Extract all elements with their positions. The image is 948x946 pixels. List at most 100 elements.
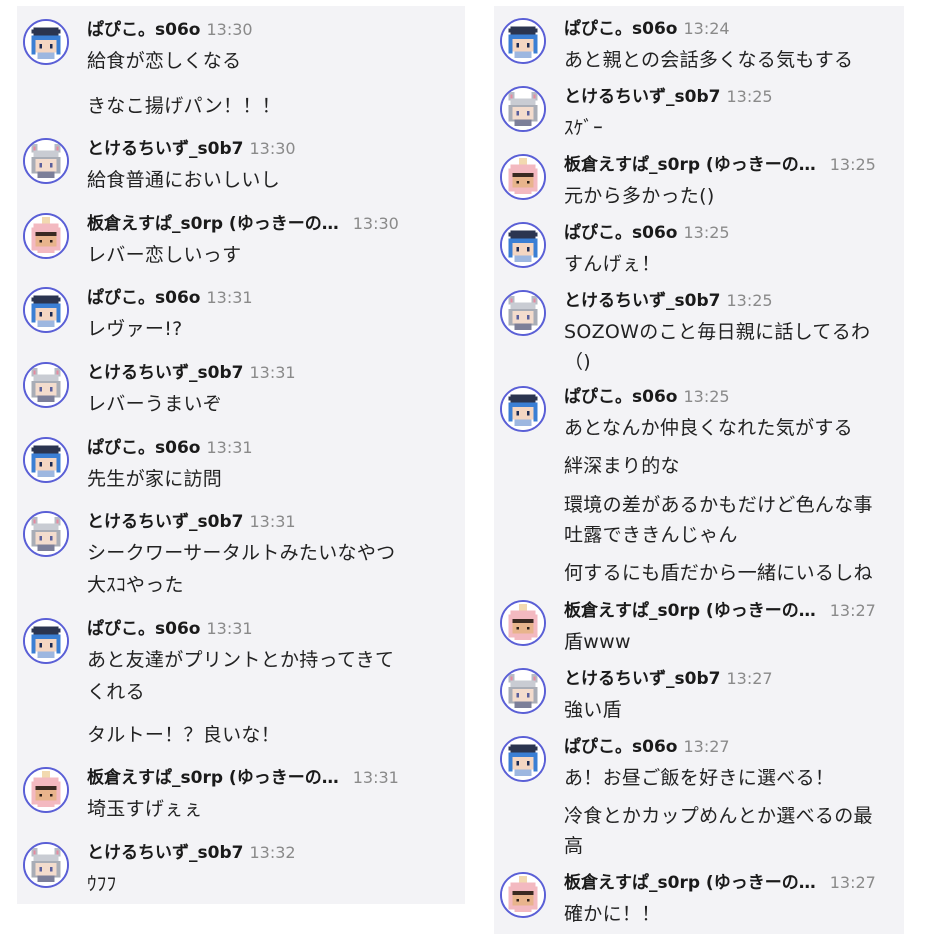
user-avatar[interactable] xyxy=(23,362,69,408)
username[interactable]: とけるちいず_s0b7 xyxy=(87,843,243,863)
message-text: レバーうまいぞ xyxy=(87,393,223,415)
message-group: とけるちいず_s0b7 13:32 ｳﾌﾌ xyxy=(17,835,465,905)
message-group: とけるちいず_s0b7 13:25 ｽｹﾞｰ xyxy=(494,79,904,149)
message-group: ぱぴこ。s06o 13:31 先生が家に訪問 xyxy=(17,430,465,500)
timestamp: 13:31 xyxy=(206,438,253,457)
message-header: 板倉えすぱ_s0rp (ゆっきーの… 13:25 xyxy=(564,154,876,176)
user-avatar[interactable] xyxy=(23,618,69,664)
message-text: 強い盾 xyxy=(564,699,622,721)
user-avatar[interactable] xyxy=(500,386,546,432)
user-avatar[interactable] xyxy=(23,511,69,557)
message-text: くれる xyxy=(87,681,145,703)
message-header: ぱぴこ。s06o 13:31 xyxy=(87,287,253,309)
message-text: SOZOWのこと毎日親に話してるわ xyxy=(564,321,871,343)
message-group: 板倉えすぱ_s0rp (ゆっきーの… 13:30 レバー恋しいっす xyxy=(17,206,465,276)
user-avatar[interactable] xyxy=(23,437,69,483)
message-group: ぱぴこ。s06o 13:27 あ！お昼ご飯を好きに選べる！ 冷食とかカップめんとか… xyxy=(494,729,904,869)
timestamp: 13:27 xyxy=(726,669,773,688)
user-avatar[interactable] xyxy=(23,767,69,813)
username[interactable]: ぱぴこ。s06o xyxy=(564,387,677,407)
message-header: とけるちいず_s0b7 13:25 xyxy=(564,86,773,108)
timestamp: 13:31 xyxy=(249,363,296,382)
message-group: ぱぴこ。s06o 13:24 あと親との会話多くなる気もする xyxy=(494,11,904,81)
timestamp: 13:30 xyxy=(249,139,296,158)
username[interactable]: ぱぴこ。s06o xyxy=(87,619,200,639)
chat-panel-right: ぱぴこ。s06o 13:24 あと親との会話多くなる気もする とけるちいず_s0b… xyxy=(494,6,904,934)
username[interactable]: とけるちいず_s0b7 xyxy=(564,291,720,311)
username[interactable]: ぱぴこ。s06o xyxy=(564,19,677,39)
message-text: 確かに！！ xyxy=(564,903,661,925)
user-avatar[interactable] xyxy=(500,600,546,646)
username[interactable]: 板倉えすぱ_s0rp (ゆっきーの… xyxy=(87,214,339,234)
user-avatar[interactable] xyxy=(23,138,69,184)
message-group: 板倉えすぱ_s0rp (ゆっきーの… 13:25 元から多かった() xyxy=(494,147,904,217)
user-avatar[interactable] xyxy=(23,287,69,333)
user-avatar[interactable] xyxy=(500,86,546,132)
user-avatar[interactable] xyxy=(23,213,69,259)
message-text: きなこ揚げパン！！！ xyxy=(87,95,281,117)
message-group: とけるちいず_s0b7 13:31 シークワーサータルトみたいなやつ 大ｽｺやった xyxy=(17,504,465,609)
timestamp: 13:27 xyxy=(829,873,876,892)
message-header: 板倉えすぱ_s0rp (ゆっきーの… 13:27 xyxy=(564,600,876,622)
message-header: とけるちいず_s0b7 13:30 xyxy=(87,138,296,160)
username[interactable]: とけるちいず_s0b7 xyxy=(564,669,720,689)
username[interactable]: とけるちいず_s0b7 xyxy=(87,139,243,159)
message-group: 板倉えすぱ_s0rp (ゆっきーの… 13:31 埼玉すげぇぇ xyxy=(17,760,465,830)
username[interactable]: とけるちいず_s0b7 xyxy=(564,87,720,107)
message-text: 元から多かった() xyxy=(564,185,715,207)
username[interactable]: ぱぴこ。s06o xyxy=(87,438,200,458)
user-avatar[interactable] xyxy=(500,736,546,782)
username[interactable]: とけるちいず_s0b7 xyxy=(87,512,243,532)
timestamp: 13:31 xyxy=(249,512,296,531)
message-header: ぱぴこ。s06o 13:27 xyxy=(564,736,730,758)
username[interactable]: 板倉えすぱ_s0rp (ゆっきーの… xyxy=(87,768,339,788)
message-text: 環境の差があるかもだけど色んな事 xyxy=(564,494,873,516)
user-avatar[interactable] xyxy=(500,18,546,64)
message-group: ぱぴこ。s06o 13:25 あとなんか仲良くなれた気がする 絆深まり的な 環境の… xyxy=(494,379,904,589)
message-group: とけるちいず_s0b7 13:30 給食普通においしいし xyxy=(17,131,465,201)
timestamp: 13:31 xyxy=(352,768,399,787)
message-text: （) xyxy=(564,351,592,373)
timestamp: 13:30 xyxy=(352,214,399,233)
user-avatar[interactable] xyxy=(23,842,69,888)
username[interactable]: ぱぴこ。s06o xyxy=(564,223,677,243)
message-header: とけるちいず_s0b7 13:31 xyxy=(87,362,296,384)
username[interactable]: 板倉えすぱ_s0rp (ゆっきーの… xyxy=(564,873,816,893)
user-avatar[interactable] xyxy=(500,872,546,918)
username[interactable]: とけるちいず_s0b7 xyxy=(87,363,243,383)
message-header: 板倉えすぱ_s0rp (ゆっきーの… 13:30 xyxy=(87,213,399,235)
message-text: あ！お昼ご飯を好きに選べる！ xyxy=(564,767,835,789)
timestamp: 13:25 xyxy=(726,87,773,106)
timestamp: 13:25 xyxy=(829,155,876,174)
user-avatar[interactable] xyxy=(500,668,546,714)
message-header: ぱぴこ。s06o 13:30 xyxy=(87,19,253,41)
message-header: とけるちいず_s0b7 13:25 xyxy=(564,290,773,312)
timestamp: 13:32 xyxy=(249,843,296,862)
message-text: 吐露でききんじゃん xyxy=(564,524,738,546)
message-text: 高 xyxy=(564,835,584,857)
message-group: ぱぴこ。s06o 13:25 すんげぇ！ xyxy=(494,215,904,285)
user-avatar[interactable] xyxy=(23,19,69,65)
message-header: ぱぴこ。s06o 13:31 xyxy=(87,437,253,459)
timestamp: 13:25 xyxy=(726,291,773,310)
username[interactable]: ぱぴこ。s06o xyxy=(564,737,677,757)
username[interactable]: 板倉えすぱ_s0rp (ゆっきーの… xyxy=(564,155,816,175)
message-group: とけるちいず_s0b7 13:25 SOZOWのこと毎日親に話してるわ （) xyxy=(494,283,904,383)
user-avatar[interactable] xyxy=(500,290,546,336)
timestamp: 13:31 xyxy=(206,619,253,638)
message-text: レバー恋しいっす xyxy=(87,244,242,266)
message-header: とけるちいず_s0b7 13:27 xyxy=(564,668,773,690)
username[interactable]: ぱぴこ。s06o xyxy=(87,20,200,40)
message-text: 冷食とかカップめんとか選べるの最 xyxy=(564,805,873,827)
message-text: 大ｽｺやった xyxy=(87,574,184,596)
timestamp: 13:27 xyxy=(829,601,876,620)
message-text: あとなんか仲良くなれた気がする xyxy=(564,417,853,439)
user-avatar[interactable] xyxy=(500,222,546,268)
username[interactable]: ぱぴこ。s06o xyxy=(87,288,200,308)
message-text: あと親との会話多くなる気もする xyxy=(564,49,854,71)
message-header: ぱぴこ。s06o 13:25 xyxy=(564,386,730,408)
username[interactable]: 板倉えすぱ_s0rp (ゆっきーの… xyxy=(564,601,816,621)
user-avatar[interactable] xyxy=(500,154,546,200)
message-header: 板倉えすぱ_s0rp (ゆっきーの… 13:27 xyxy=(564,872,876,894)
message-text: 先生が家に訪問 xyxy=(87,468,223,490)
